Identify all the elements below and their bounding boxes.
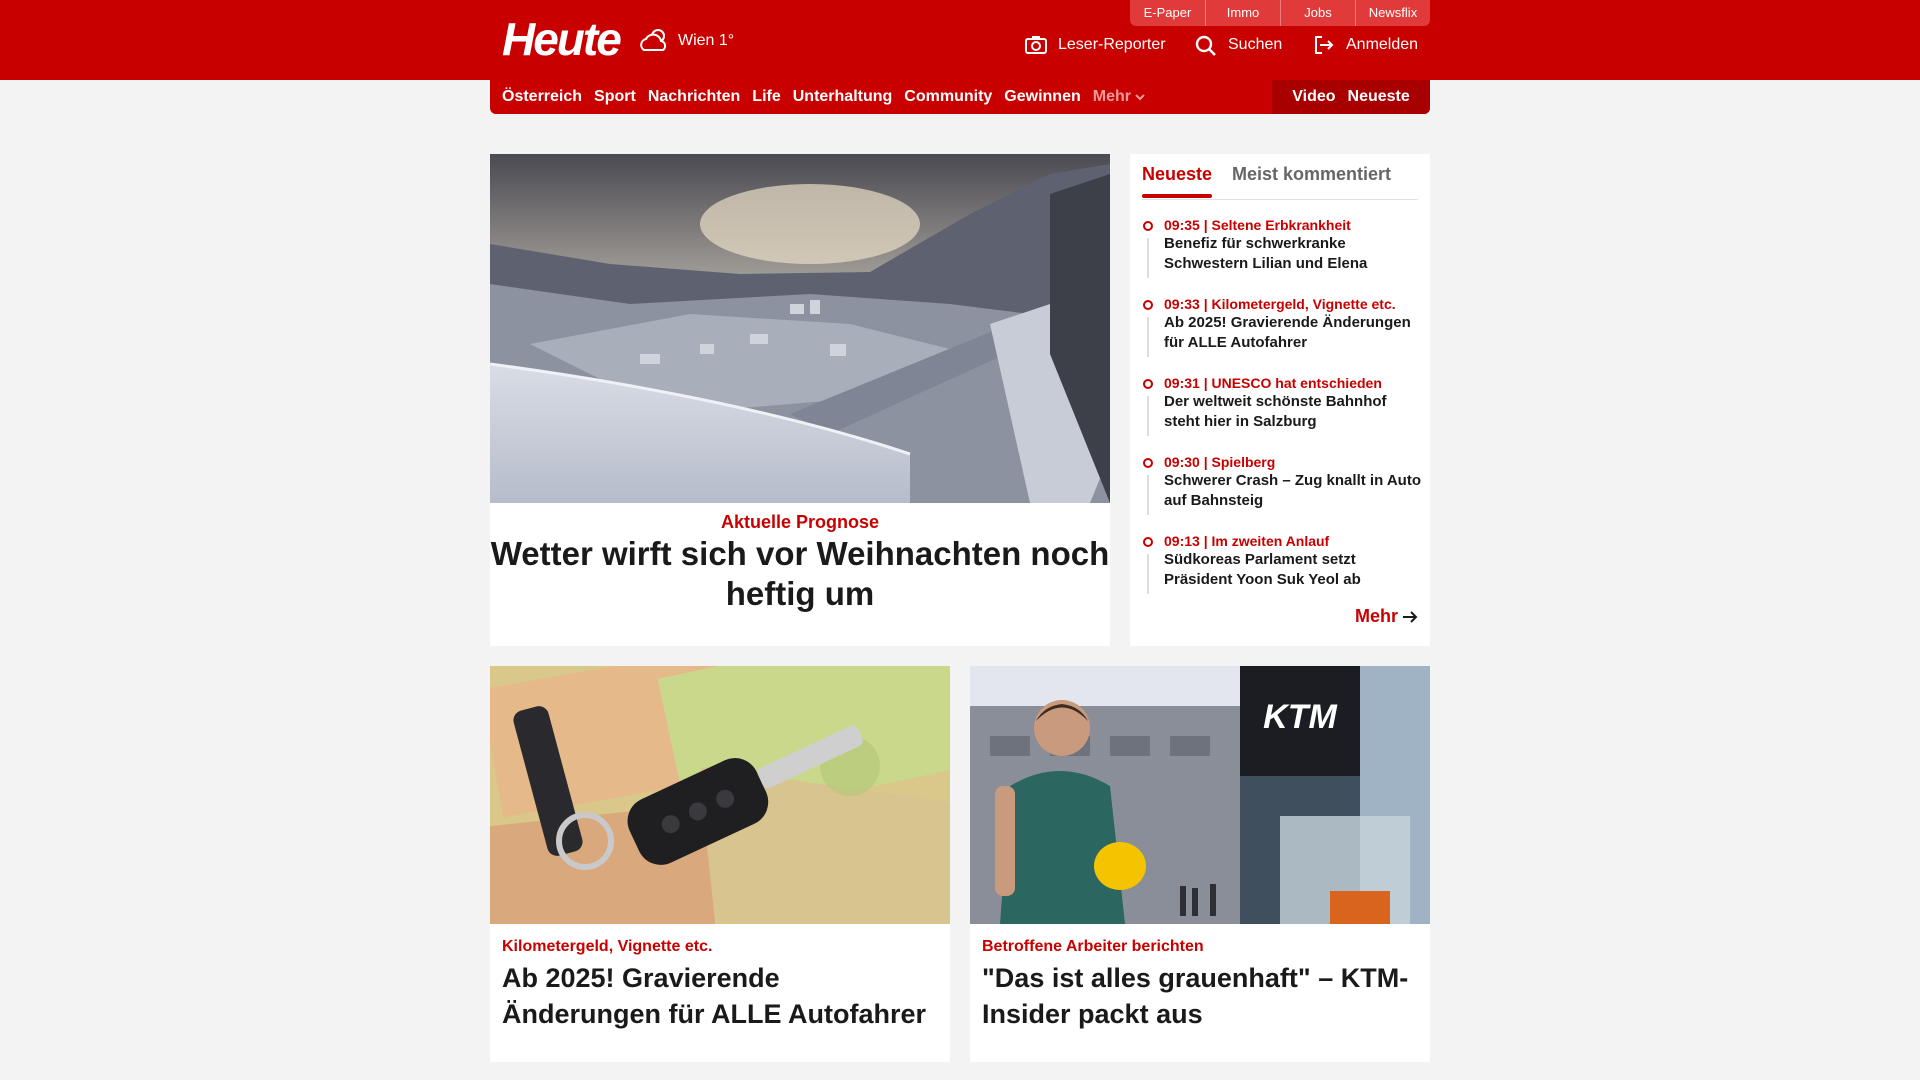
feed-title[interactable]: Südkoreas Parlament setzt Präsident Yoon… [1164,550,1422,590]
card-kicker: Betroffene Arbeiter berichten [982,938,1204,955]
hero-article[interactable]: Aktuelle Prognose Wetter wirft sich vor … [490,154,1110,646]
list-item[interactable]: 09:31 | UNESCO hat entschieden Der weltw… [1142,374,1422,453]
service-tabs: E-Paper Immo Jobs Newsflix [1130,0,1430,26]
feed-meta: 09:30 | Spielberg [1164,454,1276,470]
nav-item-nachrichten[interactable]: Nachrichten [648,88,740,106]
weather-widget[interactable]: Wien 1° [638,26,734,56]
nav-item-life[interactable]: Life [752,88,780,106]
feed-meta: 09:33 | Kilometergeld, Vignette etc. [1164,296,1396,312]
hero-kicker: Aktuelle Prognose [720,512,880,532]
hero-title[interactable]: Wetter wirft sich vor Weihnachten noch h… [490,534,1110,614]
top-header: Heute Wien 1° E-Paper Immo Jobs Newsflix… [0,0,1920,80]
card-title[interactable]: "Das ist alles grauenhaft" – KTM-Insider… [982,960,1422,1032]
nav-right-links: Video Neueste [1272,80,1430,114]
nav-more-dropdown[interactable]: Mehr [1093,88,1145,106]
list-item[interactable]: 09:13 | Im zweiten Anlauf Südkoreas Parl… [1142,532,1422,611]
feed-meta: 09:31 | UNESCO hat entschieden [1164,375,1382,391]
timeline-line [1147,238,1149,278]
timeline-line [1147,554,1149,594]
leser-reporter-button[interactable]: Leser-Reporter [1024,34,1166,56]
card-title[interactable]: Ab 2025! Gravierende Änderungen für ALLE… [502,960,942,1032]
list-item[interactable]: 09:30 | Spielberg Schwerer Crash – Zug k… [1142,453,1422,532]
ticker-tabs: Neueste Meist kommentiert [1142,154,1418,200]
article-card[interactable]: KTM Betroffene Arbeiter berichten "Das i… [970,666,1430,1062]
feed-meta: 09:35 | Seltene Erbkrankheit [1164,217,1351,233]
search-button[interactable]: Suchen [1194,34,1282,56]
cloud-sun-icon [640,29,667,51]
heute-logo[interactable]: Heute [502,14,622,64]
service-tab-epaper[interactable]: E-Paper [1130,0,1205,26]
nav-item-community[interactable]: Community [904,88,992,106]
tab-neueste[interactable]: Neueste [1142,164,1212,185]
list-item[interactable]: 09:33 | Kilometergeld, Vignette etc. Ab … [1142,295,1422,374]
timeline-dot-icon [1143,300,1153,310]
hero-image-snowy-city[interactable] [490,154,1110,503]
service-tab-jobs[interactable]: Jobs [1280,0,1355,26]
nav-item-unterhaltung[interactable]: Unterhaltung [793,88,893,106]
tab-meist-kommentiert[interactable]: Meist kommentiert [1232,164,1391,185]
ticker-feed: 09:35 | Seltene Erbkrankheit Benefiz für… [1142,216,1422,611]
timeline-dot-icon [1143,379,1153,389]
nav-item-oesterreich[interactable]: Österreich [502,88,582,106]
search-label: Suchen [1228,36,1283,53]
active-tab-indicator [1142,194,1212,198]
main-nav: Österreich Sport Nachrichten Life Unterh… [490,80,1430,114]
timeline-dot-icon [1143,537,1153,547]
login-icon [1315,36,1334,54]
chevron-down-icon [1135,94,1145,101]
nav-item-gewinnen[interactable]: Gewinnen [1004,88,1080,106]
news-ticker: Neueste Meist kommentiert 09:35 | Selten… [1130,154,1430,646]
timeline-dot-icon [1143,458,1153,468]
camera-icon [1025,36,1047,54]
nav-more-label: Mehr [1092,88,1131,105]
nav-item-video[interactable]: Video [1292,88,1335,106]
leser-reporter-label: Leser-Reporter [1058,36,1166,53]
ticker-more-label: Mehr [1354,606,1398,626]
service-tab-immo[interactable]: Immo [1205,0,1280,26]
login-label: Anmelden [1346,36,1419,53]
card-image-ktm-worker[interactable]: KTM [970,666,1430,924]
list-item[interactable]: 09:35 | Seltene Erbkrankheit Benefiz für… [1142,216,1422,295]
nav-list: Österreich Sport Nachrichten Life Unterh… [502,80,1145,114]
feed-meta: 09:13 | Im zweiten Anlauf [1164,533,1330,549]
card-image-car-key-money[interactable] [490,666,950,924]
nav-item-sport[interactable]: Sport [594,88,636,106]
feed-title[interactable]: Benefiz für schwerkranke Schwestern Lili… [1164,234,1422,274]
article-card[interactable]: Kilometergeld, Vignette etc. Ab 2025! Gr… [490,666,950,1062]
timeline-line [1147,475,1149,515]
feed-title[interactable]: Ab 2025! Gravierende Änderungen für ALLE… [1164,313,1422,353]
ticker-more-link[interactable]: Mehr [1355,606,1418,627]
service-tab-newsflix[interactable]: Newsflix [1355,0,1430,26]
login-button[interactable]: Anmelden [1312,34,1418,56]
feed-title[interactable]: Schwerer Crash – Zug knallt in Auto auf … [1164,471,1422,511]
timeline-dot-icon [1143,221,1153,231]
ktm-sign-text: KTM [1263,698,1337,736]
weather-label: Wien 1° [678,32,735,49]
timeline-line [1147,317,1149,357]
nav-item-neueste[interactable]: Neueste [1348,88,1410,106]
card-kicker: Kilometergeld, Vignette etc. [502,938,713,955]
search-icon [1195,35,1216,56]
timeline-line [1147,396,1149,436]
arrow-right-icon [1403,610,1418,623]
feed-title[interactable]: Der weltweit schönste Bahnhof steht hier… [1164,392,1422,432]
